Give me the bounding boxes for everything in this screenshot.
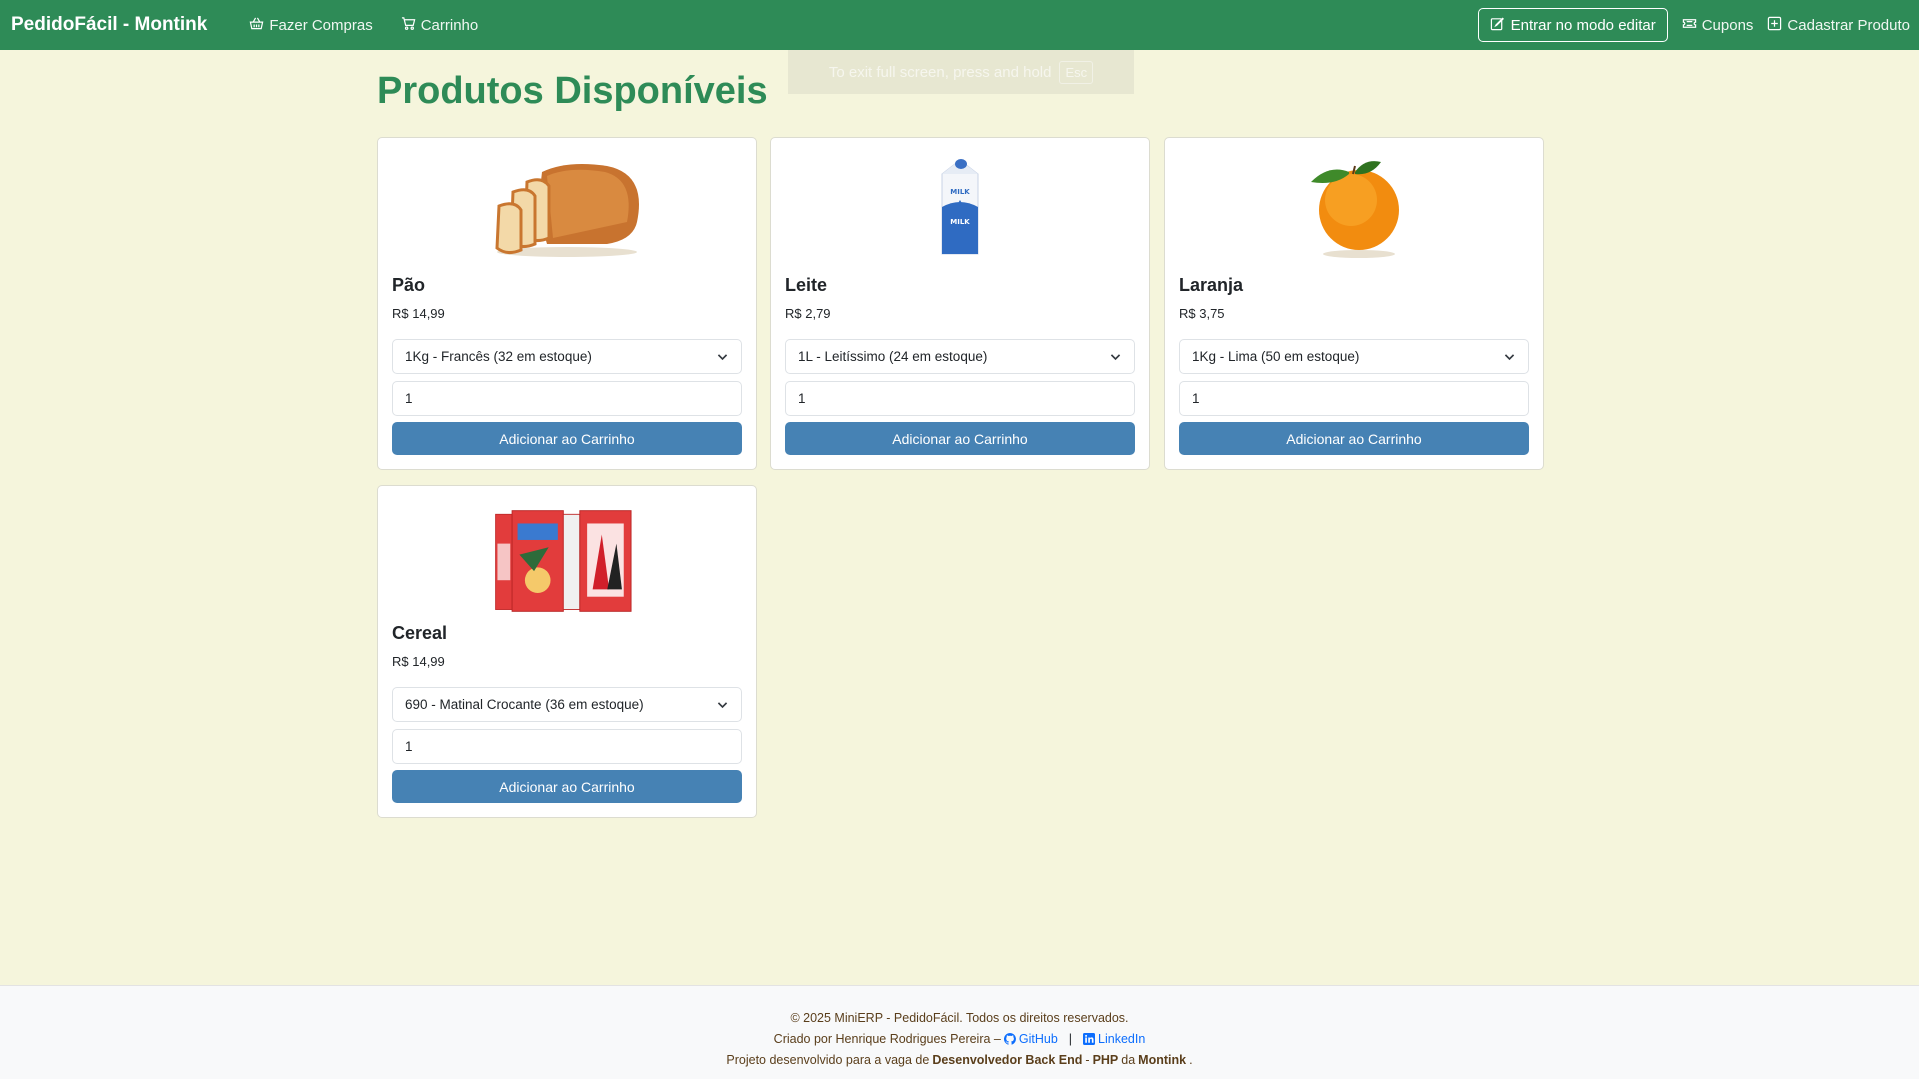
product-name: Pão <box>392 275 426 295</box>
product-image-cereal <box>378 500 756 622</box>
linkedin-label: LinkedIn <box>1098 1031 1146 1046</box>
project-period: . <box>1189 1052 1193 1067</box>
product-card-cereal: Cereal R$ 14,99 690 - Matinal Crocante (… <box>377 485 757 818</box>
brand-logo[interactable]: PedidoFácil - Montink <box>11 14 207 36</box>
chevron-down-icon <box>717 702 728 709</box>
pencil-square-icon <box>1490 16 1505 35</box>
add-to-cart-label: Adicionar ao Carrinho <box>499 430 635 447</box>
nav-cupons[interactable]: Cupons <box>1682 16 1754 35</box>
product-price: R$ 3,75 <box>1179 306 1225 321</box>
variant-select[interactable]: 1Kg - Francês (32 em estoque) <box>392 339 742 374</box>
product-name: Cereal <box>392 623 448 643</box>
product-price: R$ 14,99 <box>392 306 445 321</box>
add-to-cart-label: Adicionar ao Carrinho <box>1286 430 1422 447</box>
add-to-cart-button[interactable]: Adicionar ao Carrinho <box>392 422 742 455</box>
product-price: R$ 14,99 <box>392 654 445 669</box>
quantity-input[interactable]: 1 <box>392 381 742 416</box>
add-to-cart-label: Adicionar ao Carrinho <box>499 778 635 795</box>
basket-icon <box>249 16 264 35</box>
quantity-input[interactable]: 1 <box>392 729 742 764</box>
cart-icon <box>401 16 416 35</box>
add-to-cart-label: Adicionar ao Carrinho <box>892 430 1028 447</box>
footer-copyright: © 2025 MiniERP - PedidoFácil. Todos os d… <box>790 1007 1128 1028</box>
quantity-input[interactable]: 1 <box>785 381 1135 416</box>
variant-select-value: 690 - Matinal Crocante (36 em estoque) <box>405 697 644 712</box>
svg-text:MILK: MILK <box>950 188 970 196</box>
github-icon <box>1003 1032 1016 1045</box>
variant-select-value: 1Kg - Francês (32 em estoque) <box>405 349 592 364</box>
variant-select-value: 1L - Leitíssimo (24 em estoque) <box>798 349 988 364</box>
ticket-icon <box>1682 16 1697 35</box>
variant-select-value: 1Kg - Lima (50 em estoque) <box>1192 349 1360 364</box>
project-da: da <box>1121 1052 1136 1067</box>
navbar: PedidoFácil - Montink Fazer Compras Carr… <box>0 0 1919 50</box>
chevron-down-icon <box>717 354 728 361</box>
github-label: GitHub <box>1018 1031 1058 1046</box>
copyright-text: © 2025 MiniERP - PedidoFácil. Todos os d… <box>790 1010 1129 1025</box>
product-image-milk: MILK MILK <box>771 152 1149 260</box>
product-name: Leite <box>785 275 828 295</box>
project-dash: - <box>1085 1052 1090 1067</box>
project-lang: PHP <box>1092 1052 1119 1067</box>
nav-carrinho[interactable]: Carrinho <box>401 16 479 35</box>
page-title: Produtos Disponíveis <box>377 70 768 112</box>
project-role: Desenvolvedor Back End <box>932 1052 1083 1067</box>
variant-select[interactable]: 690 - Matinal Crocante (36 em estoque) <box>392 687 742 722</box>
nav-cadastrar-produto[interactable]: Cadastrar Produto <box>1767 16 1910 35</box>
project-company: Montink <box>1138 1052 1187 1067</box>
product-image-bread <box>378 152 756 260</box>
add-to-cart-button[interactable]: Adicionar ao Carrinho <box>392 770 742 803</box>
footer-separator: | <box>1068 1031 1073 1046</box>
product-card-pao: Pão R$ 14,99 1Kg - Francês (32 em estoqu… <box>377 137 757 470</box>
footer-project: Projeto desenvolvido para a vaga de Dese… <box>726 1049 1192 1070</box>
chevron-down-icon <box>1504 354 1515 361</box>
quantity-value: 1 <box>405 391 413 406</box>
quantity-value: 1 <box>405 739 413 754</box>
linkedin-icon <box>1083 1032 1096 1045</box>
github-link[interactable]: GitHub <box>1003 1031 1058 1046</box>
add-to-cart-button[interactable]: Adicionar ao Carrinho <box>1179 422 1529 455</box>
product-name: Laranja <box>1179 275 1244 295</box>
variant-select[interactable]: 1Kg - Lima (50 em estoque) <box>1179 339 1529 374</box>
nav-cupons-label: Cupons <box>1701 16 1754 34</box>
nav-fazer-compras-label: Fazer Compras <box>269 16 373 34</box>
product-card-laranja: Laranja R$ 3,75 1Kg - Lima (50 em estoqu… <box>1164 137 1544 470</box>
product-image-orange <box>1165 152 1543 260</box>
nav-fazer-compras[interactable]: Fazer Compras <box>249 16 373 35</box>
product-card-leite: MILK MILK Leite R$ 2,79 1L - Leitíssimo … <box>770 137 1150 470</box>
edit-mode-label: Entrar no modo editar <box>1510 16 1656 34</box>
chevron-down-icon <box>1110 354 1121 361</box>
quantity-value: 1 <box>798 391 806 406</box>
svg-text:MILK: MILK <box>950 218 970 226</box>
product-price: R$ 2,79 <box>785 306 831 321</box>
fullscreen-toast-text: To exit full screen, press and hold <box>828 63 1052 81</box>
fullscreen-toast-key: Esc <box>1059 60 1094 84</box>
quantity-value: 1 <box>1192 391 1200 406</box>
footer-credits: Criado por Henrique Rodrigues Pereira – … <box>774 1028 1146 1049</box>
nav-carrinho-label: Carrinho <box>420 16 479 34</box>
nav-cadastrar-produto-label: Cadastrar Produto <box>1787 16 1910 34</box>
plus-square-icon <box>1767 16 1782 35</box>
footer: © 2025 MiniERP - PedidoFácil. Todos os d… <box>0 985 1919 1079</box>
project-prefix: Projeto desenvolvido para a vaga de <box>726 1052 930 1067</box>
linkedin-link[interactable]: LinkedIn <box>1083 1032 1145 1046</box>
quantity-input[interactable]: 1 <box>1179 381 1529 416</box>
variant-select[interactable]: 1L - Leitíssimo (24 em estoque) <box>785 339 1135 374</box>
navbar-right: Entrar no modo editar Cupons Cadastrar P… <box>1477 8 1910 42</box>
edit-mode-button[interactable]: Entrar no modo editar <box>1477 8 1668 42</box>
credit-text: Criado por Henrique Rodrigues Pereira – <box>773 1031 1001 1046</box>
fullscreen-exit-toast: To exit full screen, press and hold Esc <box>788 50 1134 94</box>
add-to-cart-button[interactable]: Adicionar ao Carrinho <box>785 422 1135 455</box>
